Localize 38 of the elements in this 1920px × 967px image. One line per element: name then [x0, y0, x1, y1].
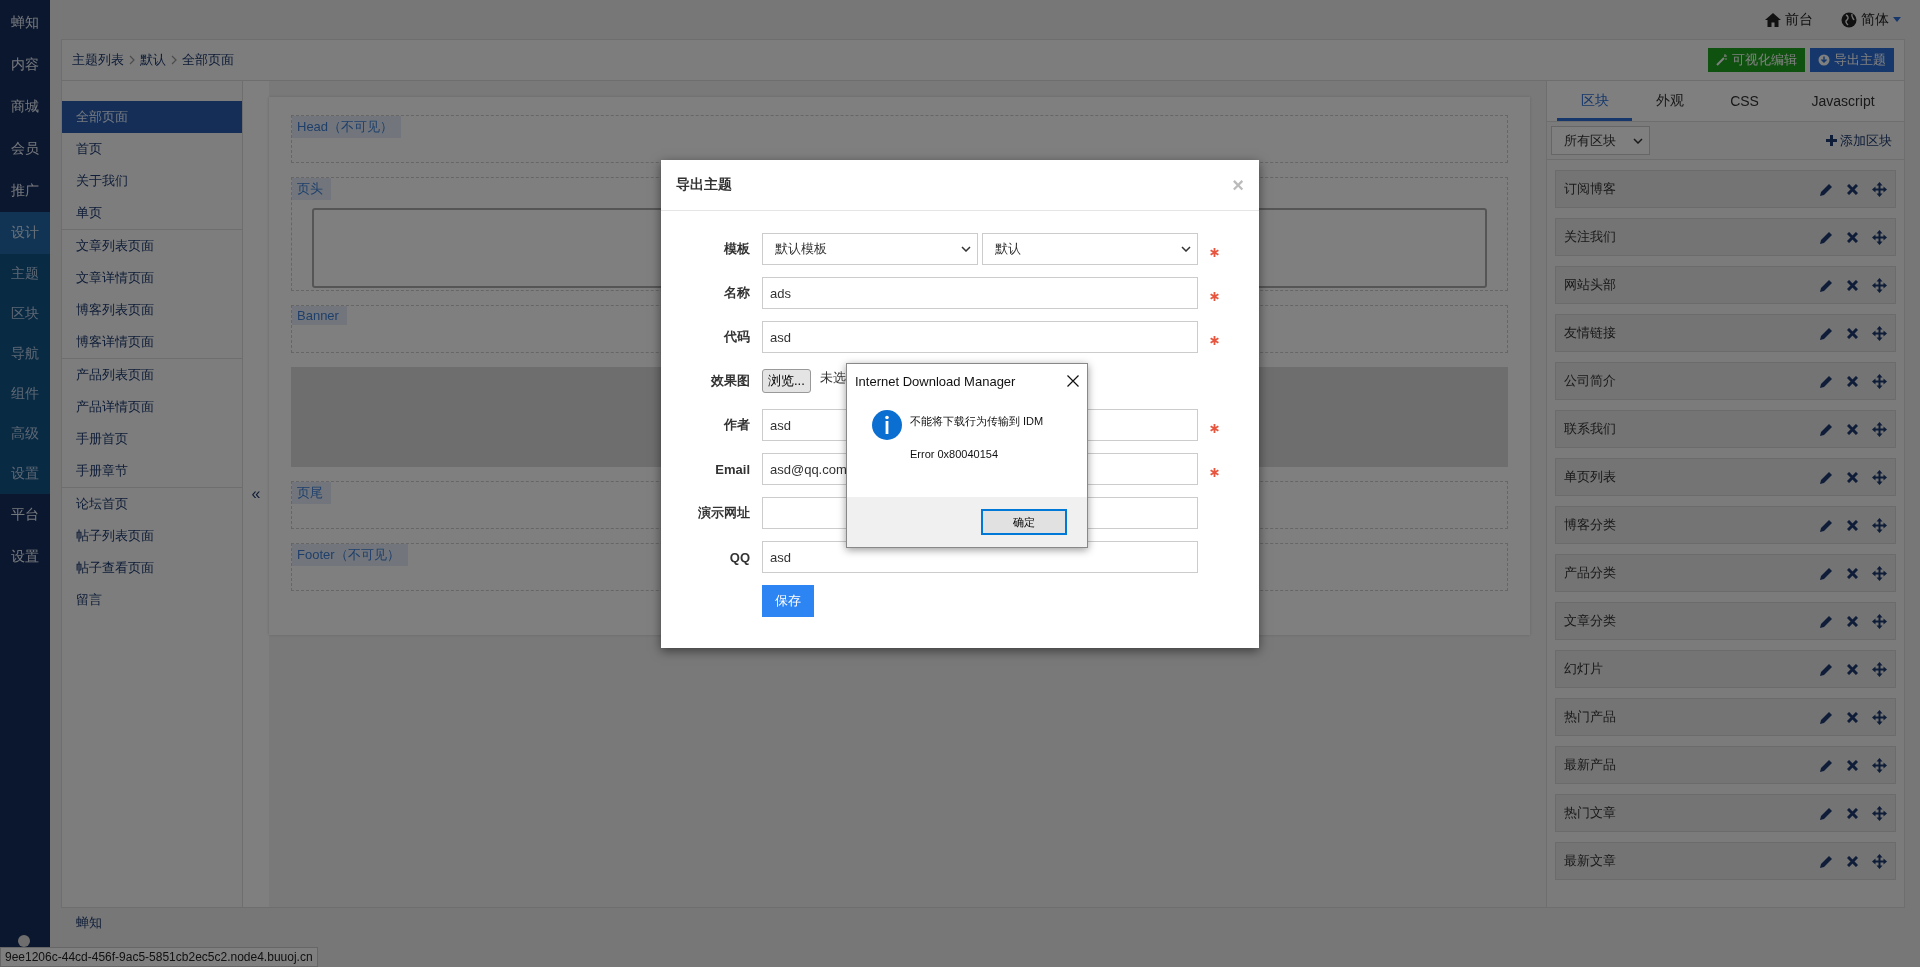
region-label: Banner [292, 306, 347, 326]
region-label: 页头 [292, 178, 331, 201]
block-name: 关注我们 [1564, 228, 1617, 247]
dialog-title: Internet Download Manager [855, 373, 1016, 389]
select-value: 所有区块 [1564, 131, 1616, 150]
dialog-message: 不能将下载行为传输到 IDM [910, 414, 1044, 429]
error-code: Error 0x80040154 [910, 448, 1000, 460]
block-name: 产品分类 [1564, 564, 1617, 583]
field-label: Email [714, 461, 750, 477]
block-name: 公司简介 [1564, 372, 1617, 391]
field-label: 作者 [722, 416, 750, 434]
dialog-title: 导出主题 [676, 176, 732, 194]
region-label: 页尾 [292, 482, 331, 505]
block-name: 文章分类 [1564, 612, 1617, 631]
select-value: 默认 [995, 240, 1021, 258]
field-label: QQ [728, 549, 750, 565]
select-value: 默认模板 [775, 240, 827, 258]
footer-brand: 蝉知 [76, 913, 102, 932]
block-name: 最新产品 [1564, 756, 1617, 775]
block-name: 订阅博客 [1564, 180, 1617, 199]
block-name: 幻灯片 [1564, 660, 1604, 679]
region-label: Footer（不可见） [292, 544, 408, 567]
block-name: 联系我们 [1564, 420, 1617, 439]
block-name: 单页列表 [1564, 468, 1617, 487]
block-name: 热门文章 [1564, 804, 1617, 823]
field-label: 演示网址 [697, 504, 750, 522]
block-name: 最新文章 [1564, 852, 1617, 871]
file-status: 未选 [819, 369, 846, 387]
field-label: 模板 [722, 240, 750, 258]
status-url: 9ee1206c-44cd-456f-9ac5-5851cb2ec5c2.node4.buuoj.cn [0, 947, 318, 967]
block-name: 网站头部 [1564, 276, 1617, 295]
block-name: 友情链接 [1564, 324, 1617, 343]
field-label: 代码 [722, 328, 750, 346]
field-label: 名称 [723, 284, 750, 302]
block-name: 热门产品 [1564, 708, 1617, 727]
region-label: Head（不可见） [292, 116, 402, 139]
block-name: 博客分类 [1564, 516, 1617, 535]
field-label: 效果图 [710, 372, 750, 390]
